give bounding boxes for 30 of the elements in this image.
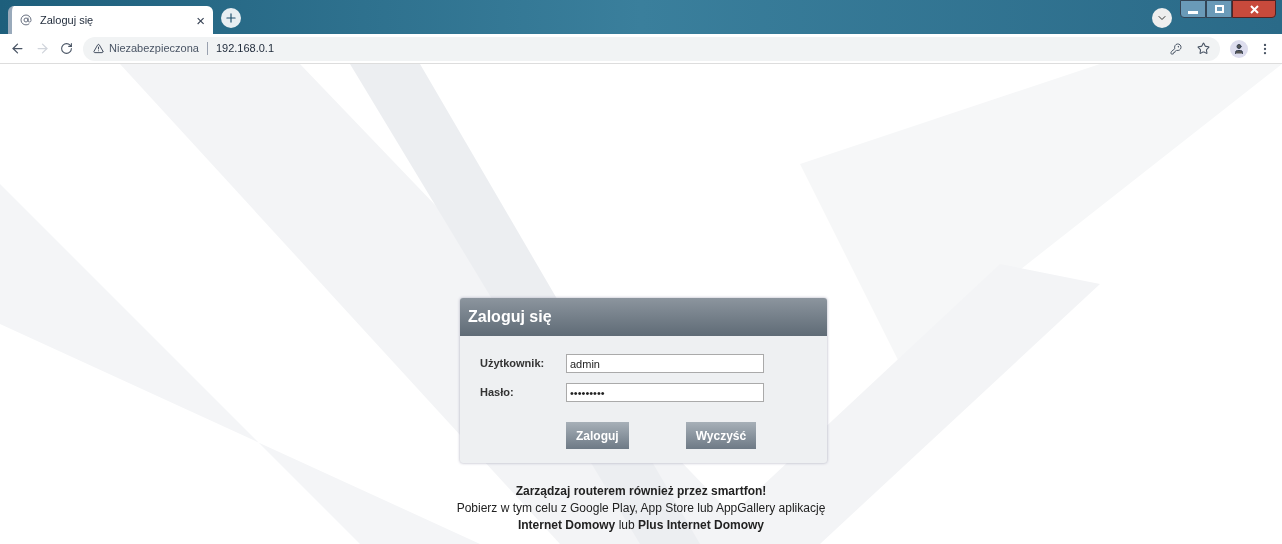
- minimize-button[interactable]: [1180, 0, 1206, 18]
- url-text: 192.168.0.1: [215, 41, 275, 57]
- maximize-icon: [1214, 5, 1224, 13]
- promo-heading: Zarządzaj routerem również przez smartfon!: [515, 483, 767, 500]
- page-icon: [20, 14, 32, 26]
- back-icon[interactable]: [10, 41, 25, 56]
- new-tab-button[interactable]: [221, 8, 241, 28]
- close-tab-button[interactable]: ×: [196, 12, 205, 28]
- warning-icon: [93, 43, 104, 54]
- minimize-icon: [1188, 10, 1198, 14]
- field-label: Hasło:: [480, 385, 515, 401]
- plus-icon: [224, 11, 238, 25]
- reload-icon[interactable]: [60, 42, 73, 55]
- browser-tab[interactable]: Zaloguj się ×: [8, 6, 213, 34]
- avatar-icon[interactable]: [1230, 39, 1248, 58]
- field-label: Użytkownik:: [480, 356, 546, 372]
- close-icon: [1249, 4, 1259, 14]
- promo-apps: Internet Domowy lub Plus Internet Domowy: [517, 517, 764, 534]
- star-icon[interactable]: [1197, 42, 1210, 55]
- security-label: Niezabezpieczona: [109, 41, 199, 57]
- promo-text: Pobierz w tym celu z Google Play, App Store lub AppGallery aplikację: [456, 500, 826, 517]
- input-field[interactable]: •••••••••: [566, 383, 764, 402]
- address-bar[interactable]: Niezabezpieczona 192.168.0.1: [83, 36, 1220, 61]
- key-icon[interactable]: [1170, 42, 1182, 55]
- panel-title: Zaloguj się: [468, 307, 552, 327]
- tab-title: Zaloguj się: [40, 12, 95, 28]
- close-window-button[interactable]: [1232, 0, 1276, 18]
- input-field[interactable]: admin: [566, 354, 764, 373]
- maximize-button[interactable]: [1206, 0, 1232, 18]
- profile-menu-button[interactable]: [1152, 8, 1172, 28]
